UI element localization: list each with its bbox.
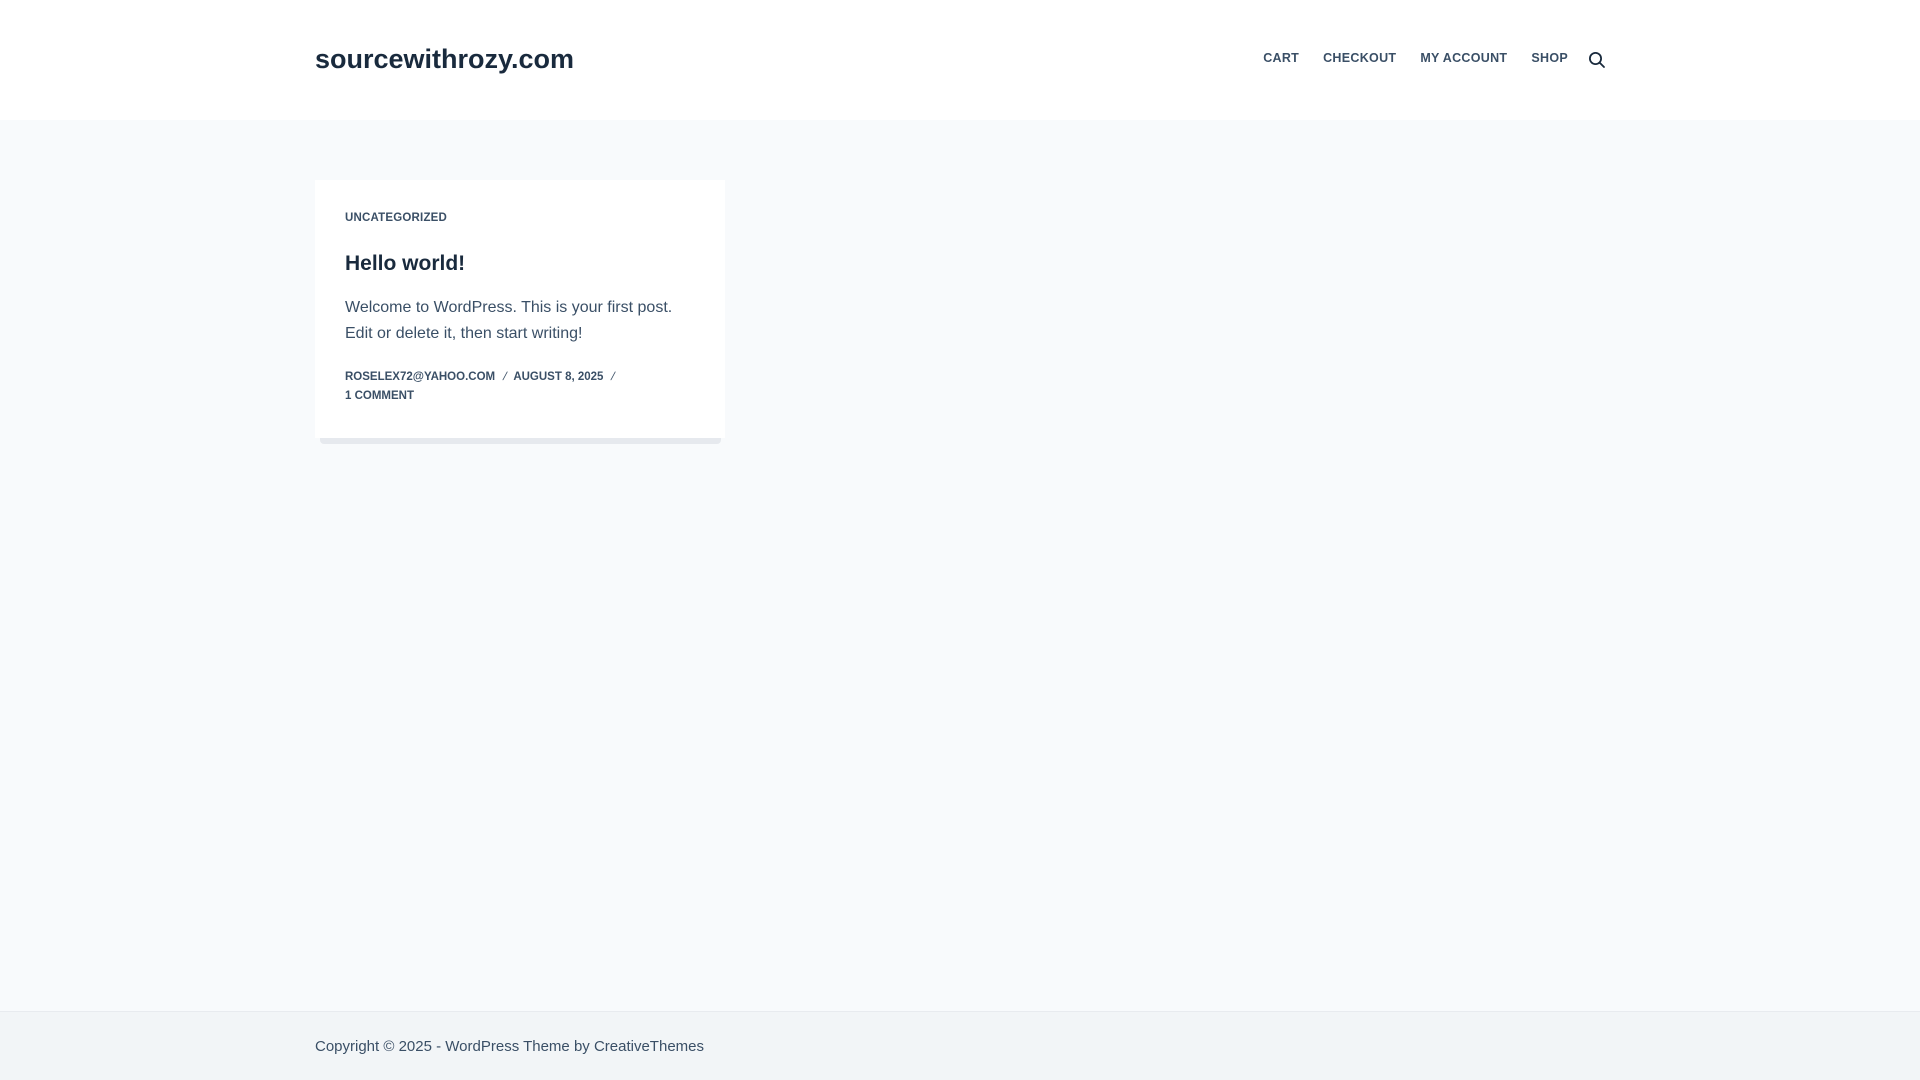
post-author-link[interactable]: ROSELEX72@YAHOO.COM (345, 371, 495, 383)
post-card: UNCATEGORIZED Hello world! Welcome to Wo… (315, 180, 725, 438)
meta-separator: / (501, 371, 509, 383)
nav-item-my-account[interactable]: MY ACCOUNT (1420, 48, 1507, 68)
copyright-prefix: Copyright © 2025 - WordPress Theme by (315, 1038, 594, 1055)
post-date: AUGUST 8, 2025 (513, 371, 604, 383)
nav-item-shop[interactable]: SHOP (1531, 48, 1568, 68)
nav-item-checkout[interactable]: CHECKOUT (1323, 48, 1396, 68)
post-comments-link[interactable]: 1 COMMENT (345, 390, 414, 402)
post-excerpt: Welcome to WordPress. This is your first… (345, 299, 673, 342)
post-title-link[interactable]: Hello world! (345, 250, 465, 278)
search-icon[interactable] (1588, 51, 1606, 69)
site-footer: Copyright © 2025 - WordPress Theme by Cr… (0, 1011, 1920, 1080)
main-nav: CART CHECKOUT MY ACCOUNT SHOP (1239, 48, 1568, 68)
meta-separator: / (609, 371, 617, 383)
copyright-text: Copyright © 2025 - WordPress Theme by Cr… (315, 1037, 704, 1057)
theme-author-link[interactable]: CreativeThemes (594, 1038, 704, 1055)
main-content (0, 120, 1920, 1011)
post-meta: ROSELEX72@YAHOO.COM / AUGUST 8, 2025 / 1 CO… (345, 368, 695, 406)
post-category-link[interactable]: UNCATEGORIZED (345, 212, 447, 224)
card-shadow (320, 438, 721, 444)
site-header: sourcewithrozy.com CART CHECKOUT MY ACCO… (0, 0, 1920, 120)
site-title-link[interactable]: sourcewithrozy.com (315, 42, 574, 76)
nav-item-cart[interactable]: CART (1263, 48, 1299, 68)
